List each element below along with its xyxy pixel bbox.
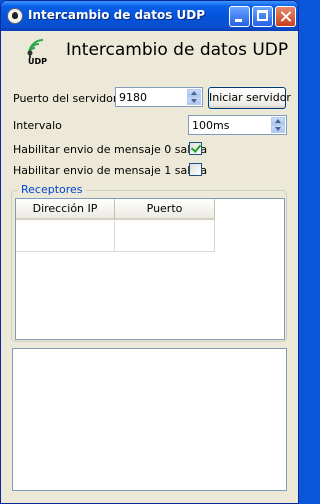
interval-label: Intervalo (13, 119, 62, 132)
wifi-icon (27, 39, 44, 58)
app-icon[interactable] (7, 8, 23, 24)
port-spinner[interactable]: 9180 (115, 87, 203, 107)
window-title: Intercambio de datos UDP (28, 8, 206, 22)
start-server-button[interactable]: Iniciar servidor (208, 87, 291, 109)
port-value[interactable]: 9180 (119, 91, 147, 104)
interval-value[interactable]: 100ms (192, 119, 229, 132)
option-label-0: Habilitar envio de mensaje 0 salida (13, 143, 208, 156)
spinner-up-icon[interactable] (187, 89, 201, 97)
table-cell-port[interactable] (115, 220, 215, 252)
interval-spinner[interactable]: 100ms (188, 115, 287, 135)
receivers-table[interactable]: Dirección IP Puerto (15, 198, 285, 340)
spinner-down-icon[interactable] (187, 97, 201, 105)
title-bar[interactable]: Intercambio de datos UDP (1, 1, 298, 31)
option-checkbox-0[interactable] (189, 142, 202, 155)
minimize-button[interactable] (229, 6, 250, 27)
app-window: Intercambio de datos UDP UDP Intercambio… (0, 0, 299, 504)
close-button[interactable] (275, 6, 296, 27)
page-title: Intercambio de datos UDP (66, 40, 289, 60)
table-cell-ip[interactable] (16, 220, 115, 252)
log-textarea[interactable] (12, 348, 287, 491)
column-header-ip[interactable]: Dirección IP (16, 199, 115, 220)
option-checkbox-1[interactable] (189, 163, 202, 176)
column-header-port[interactable]: Puerto (115, 199, 215, 220)
port-label: Puerto del servidor: (13, 92, 121, 105)
wifi-udp-logo: UDP (26, 34, 56, 68)
receivers-group-title: Receptores (18, 183, 86, 196)
maximize-button[interactable] (252, 6, 273, 27)
option-label-1: Habilitar envio de mensaje 1 salida (13, 164, 208, 177)
logo-text: UDP (28, 57, 47, 66)
spinner-up-icon[interactable] (271, 117, 285, 125)
spinner-down-icon[interactable] (271, 125, 285, 133)
